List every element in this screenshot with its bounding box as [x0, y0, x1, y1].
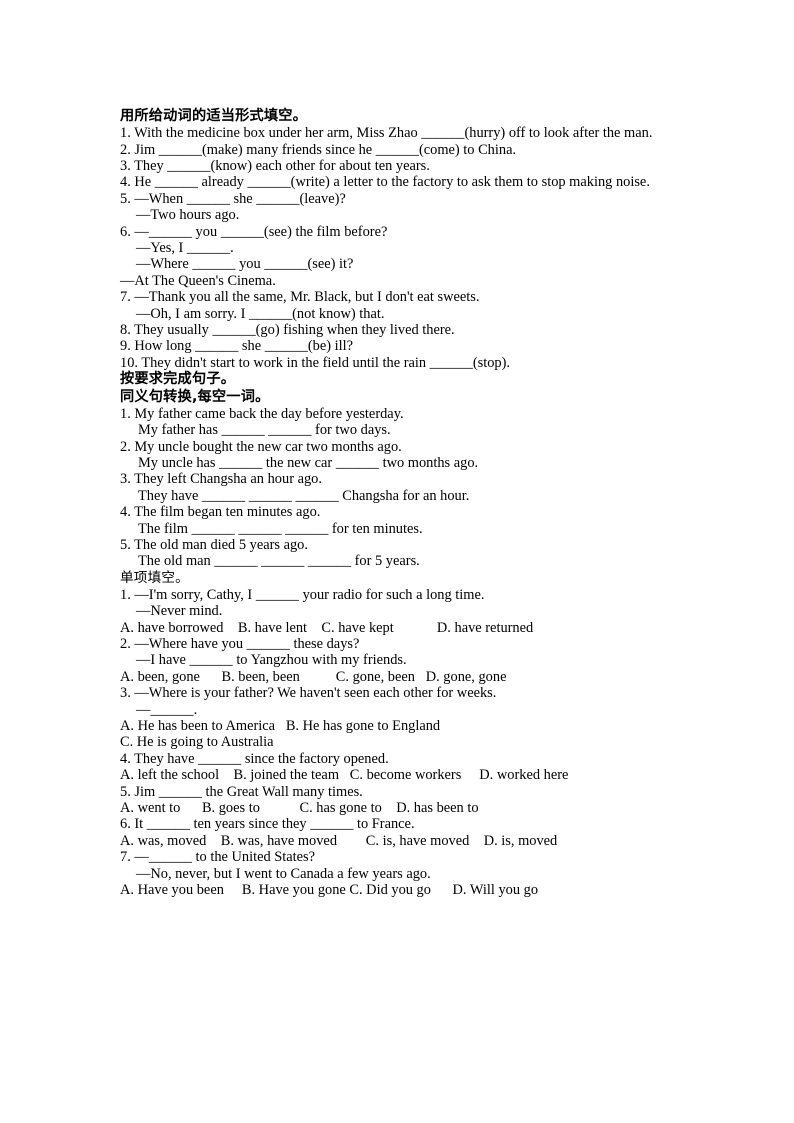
- exercise-item: 3. They left Changsha an hour ago.: [120, 471, 322, 488]
- exercise-item: 2. My uncle bought the new car two month…: [120, 438, 402, 455]
- exercise-item: 1. My father came back the day before ye…: [120, 405, 404, 422]
- exercise-reply: —Oh, I am sorry. I ______(not know) that…: [136, 305, 385, 322]
- question-stem: 2. —Where have you ______ these days?: [120, 635, 360, 652]
- question-options-continued[interactable]: C. He is going to Australia: [120, 734, 676, 750]
- question-options[interactable]: A. left the school B. joined the team C.…: [120, 767, 676, 783]
- question-options[interactable]: A. went to B. goes to C. has gone to D. …: [120, 800, 676, 816]
- question-stem: 5. Jim ______ the Great Wall many times.: [120, 783, 363, 800]
- question-options[interactable]: A. have borrowed B. have lent C. have ke…: [120, 620, 676, 636]
- exercise-item: 4. He ______ already ______(write) a let…: [120, 174, 650, 191]
- exercise-item: 5. —When ______ she ______(leave)?: [120, 190, 346, 207]
- exercise-item: 8. They usually ______(go) fishing when …: [120, 322, 455, 339]
- question-options[interactable]: A. Have you been B. Have you gone C. Did…: [120, 882, 676, 898]
- section-sentence-transformation: 按要求完成句子。 同义句转换,每空一词。 1. My father came b…: [120, 371, 676, 569]
- question-stem: 3. —Where is your father? We haven't see…: [120, 685, 497, 702]
- exercise-item: 9. How long ______ she ______(be) ill?: [120, 338, 354, 355]
- exercise-answer-line: The old man ______ ______ ______ for 5 y…: [138, 553, 420, 570]
- exercise-item: 5. The old man died 5 years ago.: [120, 536, 308, 553]
- question-options[interactable]: A. was, moved B. was, have moved C. is, …: [120, 833, 676, 849]
- question-stem: 6. It ______ ten years since they ______…: [120, 816, 415, 833]
- question-options[interactable]: A. He has been to America B. He has gone…: [120, 718, 676, 734]
- question-stem: 1. —I'm sorry, Cathy, I ______ your radi…: [120, 586, 485, 603]
- section-heading-verb-forms: 用所给动词的适当形式填空。: [120, 108, 308, 124]
- section-heading-sentence-transformation: 按要求完成句子。: [120, 371, 236, 388]
- question-options[interactable]: A. been, gone B. been, been C. gone, bee…: [120, 669, 676, 685]
- exercise-answer-line: They have ______ ______ ______ Changsha …: [138, 487, 470, 504]
- worksheet-page: 用所给动词的适当形式填空。 1. With the medicine box u…: [120, 108, 676, 898]
- exercise-reply: —At The Queen's Cinema.: [120, 272, 276, 289]
- exercise-answer-line: My uncle has ______ the new car ______ t…: [138, 454, 479, 471]
- question-reply: —No, never, but I went to Canada a few y…: [136, 865, 431, 882]
- exercise-item: 10. They didn't start to work in the fie…: [120, 354, 511, 371]
- exercise-item: 3. They ______(know) each other for abou…: [120, 158, 430, 175]
- section-multiple-choice: 单项填空。 1. —I'm sorry, Cathy, I ______ you…: [120, 570, 676, 899]
- exercise-answer-line: My father has ______ ______ for two days…: [138, 422, 391, 439]
- exercise-item: 1. With the medicine box under her arm, …: [120, 125, 653, 142]
- section-heading-multiple-choice: 单项填空。: [120, 569, 189, 586]
- exercise-item: 7. —Thank you all the same, Mr. Black, b…: [120, 289, 480, 306]
- question-stem: 4. They have ______ since the factory op…: [120, 750, 389, 767]
- section-verb-forms: 用所给动词的适当形式填空。 1. With the medicine box u…: [120, 108, 676, 371]
- exercise-item: 4. The film began ten minutes ago.: [120, 504, 321, 521]
- exercise-item: 6. —______ you ______(see) the film befo…: [120, 223, 388, 240]
- question-reply: —______.: [136, 701, 198, 718]
- question-stem: 7. —______ to the United States?: [120, 849, 316, 866]
- question-reply: —I have ______ to Yangzhou with my frien…: [136, 652, 407, 669]
- question-reply: —Never mind.: [136, 603, 223, 620]
- exercise-item: 2. Jim ______(make) many friends since h…: [120, 141, 517, 158]
- exercise-reply: —Where ______ you ______(see) it?: [136, 256, 354, 273]
- exercise-reply: —Yes, I ______.: [136, 240, 234, 257]
- exercise-reply: —Two hours ago.: [136, 207, 240, 224]
- section-subheading-sentence-transformation: 同义句转换,每空一词。: [120, 388, 270, 405]
- exercise-answer-line: The film ______ ______ ______ for ten mi…: [138, 520, 423, 537]
